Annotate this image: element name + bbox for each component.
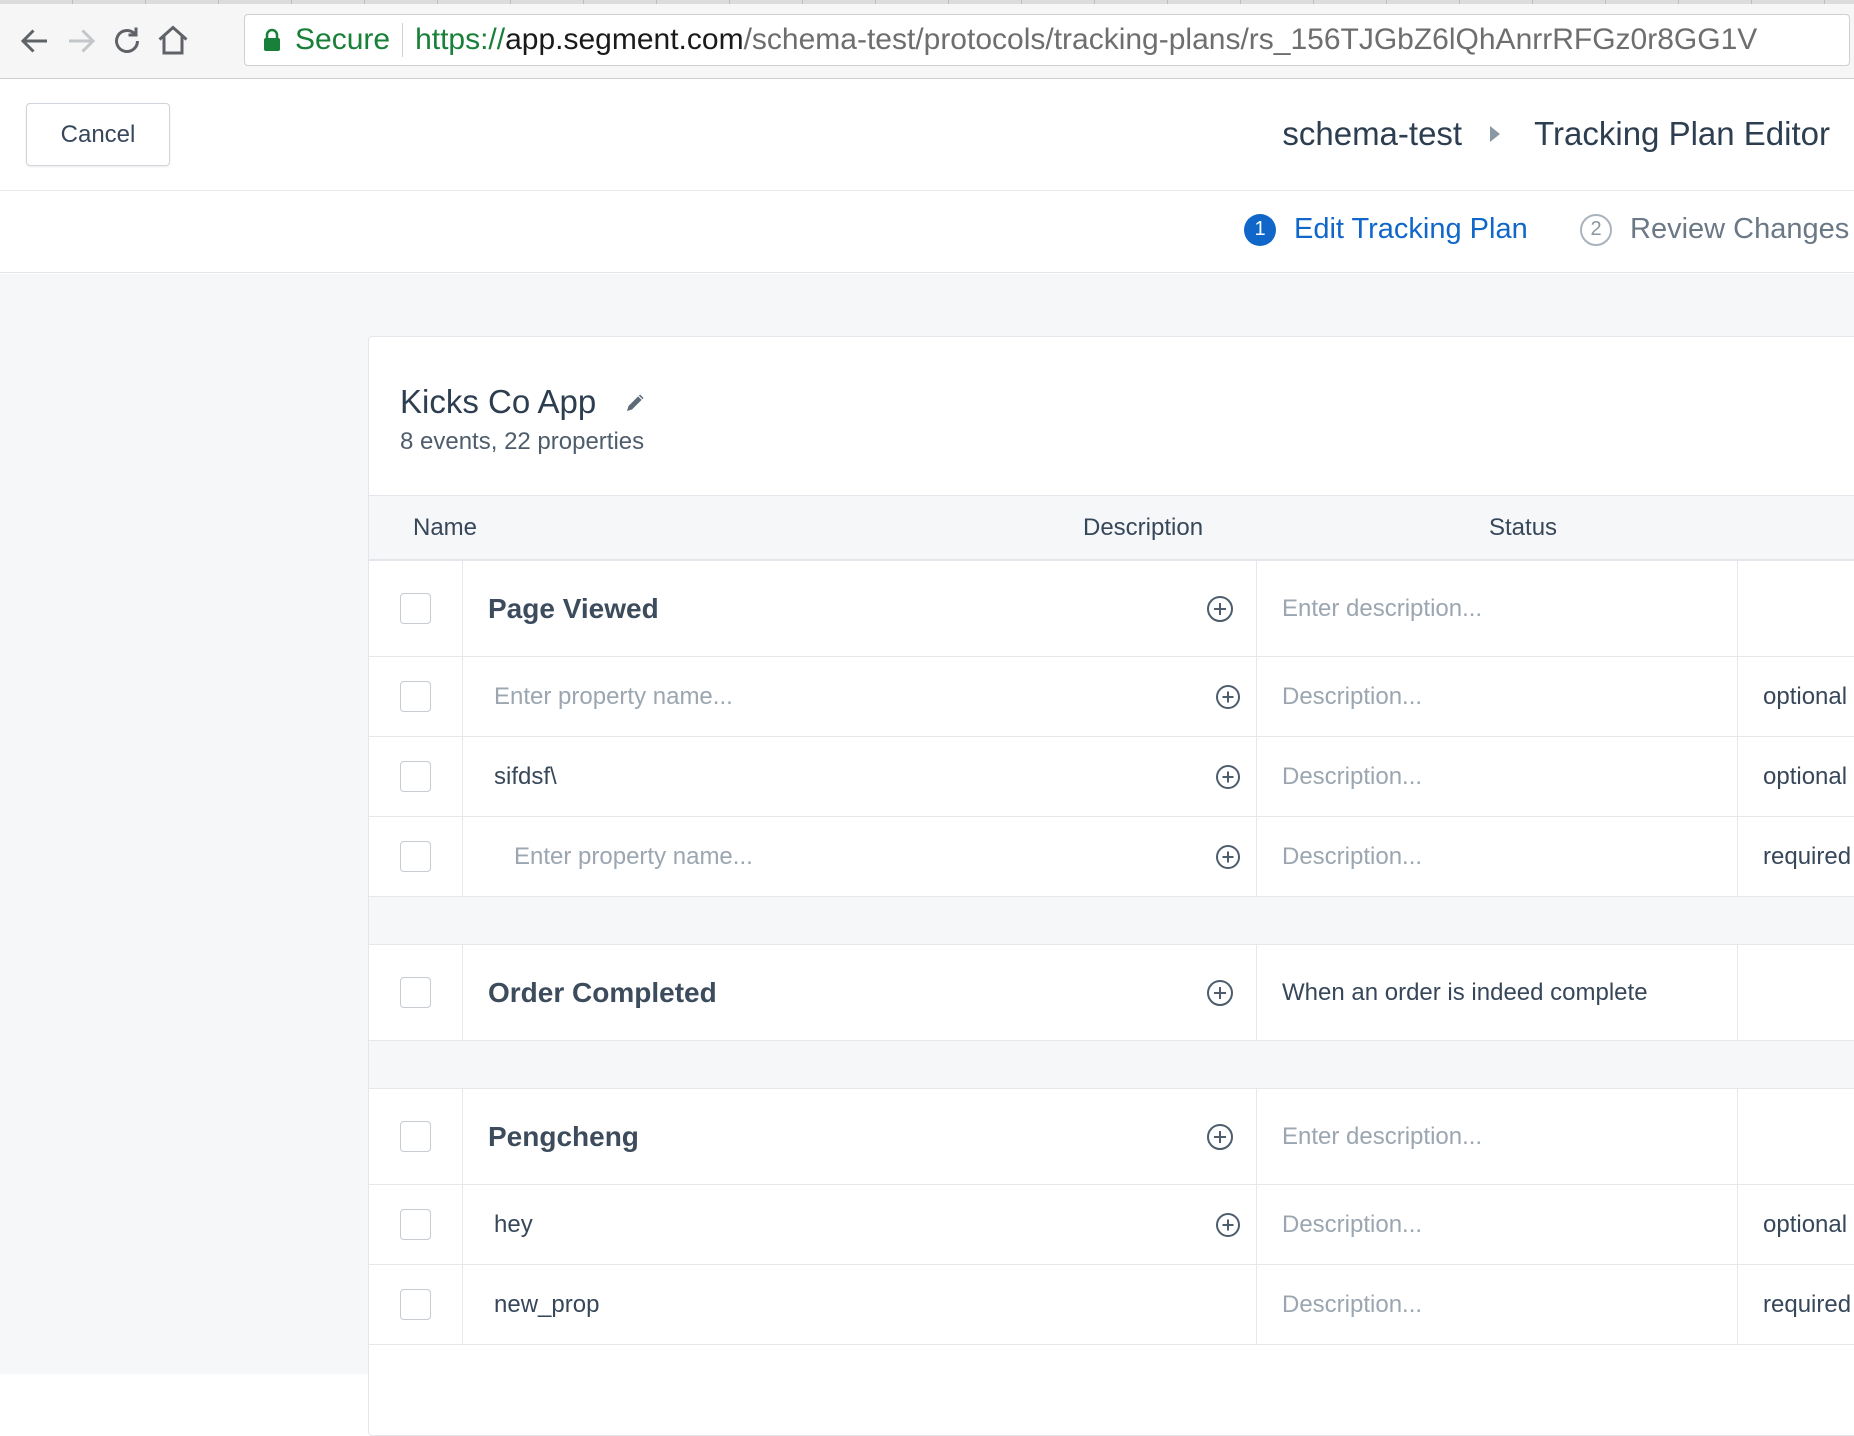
home-button[interactable]	[150, 18, 196, 64]
plus-circle-icon[interactable]	[1205, 594, 1235, 624]
event-description-input[interactable]: Enter description...	[1257, 561, 1738, 656]
plus-circle-icon[interactable]	[1213, 1210, 1243, 1240]
property-status[interactable]: optional	[1738, 1185, 1854, 1264]
forward-button[interactable]	[58, 18, 104, 64]
breadcrumb-page: Tracking Plan Editor	[1534, 115, 1830, 152]
tab-strip	[0, 0, 1854, 4]
property-description-input[interactable]: Description...	[1257, 817, 1738, 896]
reload-button[interactable]	[104, 18, 150, 64]
property-row: Enter property name... Description... op…	[369, 657, 1854, 737]
cancel-button[interactable]: Cancel	[26, 103, 170, 166]
url-host: app.segment.com	[505, 23, 744, 56]
arrow-right-icon	[69, 29, 96, 53]
row-checkbox[interactable]	[400, 841, 431, 872]
property-name-input[interactable]: Enter property name...	[494, 683, 733, 711]
url-path: /schema-test/protocols/tracking-plans/rs…	[743, 23, 1758, 56]
property-row: sifdsf\ Description... optional	[369, 737, 1854, 817]
plan-summary: 8 events, 22 properties	[400, 428, 645, 455]
property-status[interactable]: required	[1738, 1265, 1854, 1344]
tracking-plan-card: Kicks Co App 8 events, 22 properties Nam…	[368, 336, 1854, 1436]
plus-circle-icon[interactable]	[1205, 1122, 1235, 1152]
breadcrumb-workspace[interactable]: schema-test	[1282, 115, 1462, 153]
column-header-status: Status	[1489, 514, 1558, 541]
url-scheme: https://	[415, 23, 506, 56]
property-description-input[interactable]: Description...	[1257, 737, 1738, 816]
property-description-input[interactable]: Description...	[1257, 657, 1738, 736]
event-name[interactable]: Page Viewed	[488, 593, 659, 625]
step-number: 2	[1580, 213, 1612, 246]
secure-label: Secure	[295, 23, 391, 56]
property-status[interactable]: optional	[1738, 737, 1854, 816]
plan-title-text: Kicks Co App	[400, 383, 597, 420]
steps-bar: 1 Edit Tracking Plan 2 Review Changes	[0, 191, 1854, 273]
address-bar[interactable]: Secure https://app.segment.com/schema-te…	[244, 14, 1850, 66]
column-header-name: Name	[413, 514, 478, 541]
property-name-input[interactable]: Enter property name...	[514, 843, 753, 871]
row-checkbox[interactable]	[400, 681, 431, 712]
status-cell	[1738, 1089, 1854, 1184]
step-number: 1	[1244, 213, 1276, 246]
property-description-input[interactable]: Description...	[1257, 1265, 1738, 1344]
home-icon	[158, 25, 188, 55]
property-description-input[interactable]: Description...	[1257, 1185, 1738, 1264]
app-header: Cancel schema-test Tracking Plan Editor	[0, 79, 1854, 191]
lock-icon	[264, 28, 280, 51]
event-row: Pengcheng Enter description...	[369, 1089, 1854, 1185]
row-checkbox[interactable]	[400, 1121, 431, 1152]
status-cell	[1738, 945, 1854, 1040]
breadcrumb: schema-test Tracking Plan Editor	[1282, 115, 1830, 153]
table-header: Name Description Status	[369, 495, 1854, 561]
step-label: Edit Tracking Plan	[1294, 213, 1528, 245]
event-description-input[interactable]: Enter description...	[1257, 1089, 1738, 1184]
row-checkbox[interactable]	[400, 761, 431, 792]
property-row: new_prop Description... required	[369, 1265, 1854, 1345]
property-name[interactable]: new_prop	[494, 1291, 599, 1319]
browser-toolbar: Secure https://app.segment.com/schema-te…	[0, 0, 1854, 79]
row-checkbox[interactable]	[400, 1289, 431, 1320]
property-row: Enter property name... Description... re…	[369, 817, 1854, 897]
property-name[interactable]: hey	[494, 1211, 533, 1239]
event-row: Page Viewed Enter description...	[369, 561, 1854, 657]
step-review-changes[interactable]: 2 Review Changes	[1580, 213, 1849, 246]
event-description-input[interactable]: When an order is indeed complete	[1257, 945, 1738, 1040]
property-status[interactable]: optional	[1738, 657, 1854, 736]
main-content: Kicks Co App 8 events, 22 properties Nam…	[0, 274, 1854, 1436]
status-cell	[1738, 561, 1854, 656]
event-name[interactable]: Pengcheng	[488, 1121, 639, 1153]
event-separator	[369, 897, 1854, 945]
step-label: Review Changes	[1630, 213, 1850, 245]
event-separator	[369, 1041, 1854, 1089]
step-edit-tracking-plan[interactable]: 1 Edit Tracking Plan	[1244, 213, 1528, 246]
events-table: Name Description Status Page Viewed Ente…	[369, 495, 1854, 1345]
plus-circle-icon[interactable]	[1213, 682, 1243, 712]
plus-circle-icon[interactable]	[1213, 842, 1243, 872]
event-row: Order Completed When an order is indeed …	[369, 945, 1854, 1041]
plus-circle-icon[interactable]	[1213, 762, 1243, 792]
pencil-icon[interactable]	[624, 390, 648, 414]
property-row: hey Description... optional	[369, 1185, 1854, 1265]
plus-circle-icon[interactable]	[1205, 978, 1235, 1008]
plan-title: Kicks Co App	[400, 383, 648, 421]
arrow-left-icon	[20, 29, 47, 53]
reload-icon	[115, 27, 139, 53]
column-header-description: Description	[1083, 514, 1204, 541]
divider	[402, 23, 404, 57]
property-status[interactable]: required	[1738, 817, 1854, 896]
breadcrumb-caret-icon	[1490, 126, 1501, 142]
row-checkbox[interactable]	[400, 593, 431, 624]
property-name[interactable]: sifdsf\	[494, 763, 557, 791]
row-checkbox[interactable]	[400, 977, 431, 1008]
row-checkbox[interactable]	[400, 1209, 431, 1240]
back-button[interactable]	[12, 18, 58, 64]
event-name[interactable]: Order Completed	[488, 977, 717, 1009]
